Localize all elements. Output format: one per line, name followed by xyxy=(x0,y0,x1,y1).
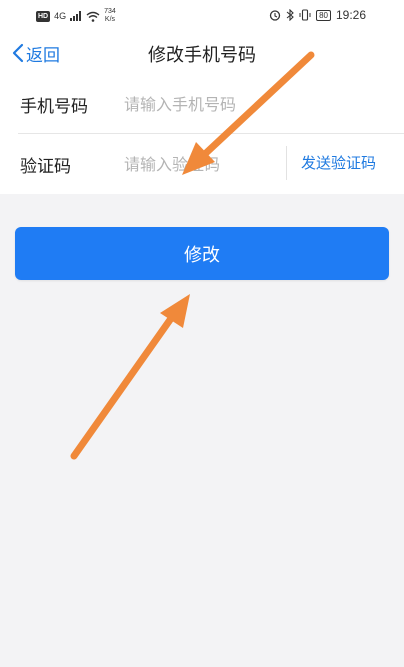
net-speed-value: 734 xyxy=(104,8,116,15)
send-code-button[interactable]: 发送验证码 xyxy=(301,152,376,173)
net-speed-unit: K/s xyxy=(104,16,116,23)
vibrate-icon xyxy=(299,9,311,21)
bluetooth-icon xyxy=(286,9,294,21)
code-row: 验证码 发送验证码 xyxy=(0,134,404,194)
code-label: 验证码 xyxy=(20,157,71,177)
status-time: 19:26 xyxy=(335,8,366,22)
phone-label: 手机号码 xyxy=(20,97,88,117)
alarm-icon xyxy=(269,10,281,21)
battery-icon: 80 xyxy=(316,9,331,21)
code-separator xyxy=(286,146,287,180)
submit-label: 修改 xyxy=(184,244,220,266)
annotation-arrow-bottom xyxy=(70,294,190,460)
code-input[interactable] xyxy=(124,150,274,178)
status-left: HD 4G 734 K/s xyxy=(36,8,116,24)
status-bar: HD 4G 734 K/s 80 19:26 xyxy=(0,0,404,32)
signal-label: 4G xyxy=(54,11,67,21)
phone-row: 手机号码 xyxy=(0,74,404,134)
signal-bars-icon xyxy=(70,11,82,21)
net-speed: 734 K/s xyxy=(104,8,116,24)
status-right: 80 19:26 xyxy=(269,8,366,22)
phone-input[interactable] xyxy=(124,90,384,118)
nav-bar: 返回 修改手机号码 xyxy=(0,32,404,74)
hd-badge: HD xyxy=(36,10,51,22)
submit-button[interactable]: 修改 xyxy=(15,227,389,280)
page-title: 修改手机号码 xyxy=(148,45,256,66)
wifi-icon xyxy=(86,11,100,22)
form-card: 手机号码 验证码 发送验证码 xyxy=(0,74,404,194)
